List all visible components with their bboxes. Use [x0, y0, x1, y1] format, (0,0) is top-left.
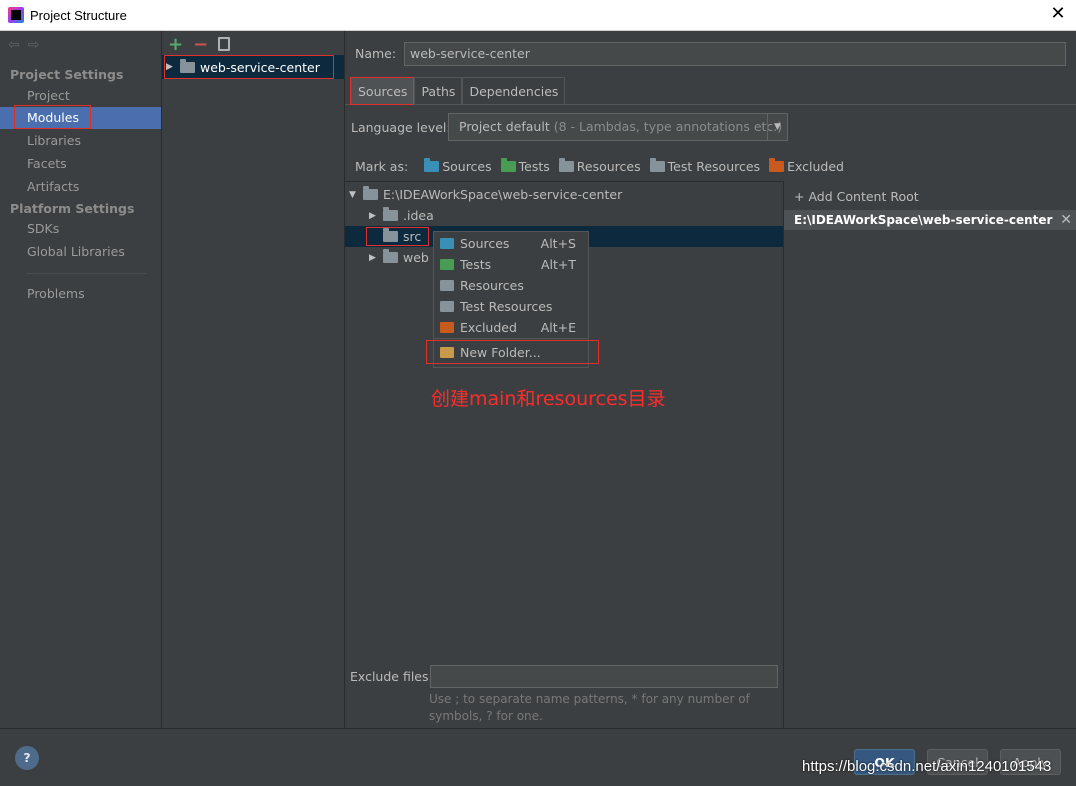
- folder-icon: [383, 249, 398, 263]
- annotation-text: 创建main和resources目录: [431, 388, 666, 410]
- highlight-box-modules: [14, 105, 91, 129]
- tree-label-web: web: [403, 250, 429, 265]
- intellij-app-icon: [8, 7, 24, 23]
- forward-arrow-icon[interactable]: ⇨: [28, 37, 48, 53]
- copy-icon[interactable]: [218, 37, 231, 51]
- mark-test-resources-button[interactable]: Test Resources: [649, 158, 760, 174]
- settings-sidebar: ⇦⇨ Project Settings Project Modules Libr…: [0, 31, 162, 728]
- nav-arrows: ⇦⇨: [8, 37, 47, 53]
- menu-item-excluded[interactable]: Excluded Alt+E: [434, 317, 588, 338]
- resources-folder-icon: [440, 280, 454, 291]
- language-level-select[interactable]: Project default (8 - Lambdas, type annot…: [448, 113, 788, 141]
- plus-icon: +: [794, 189, 805, 204]
- highlight-box-sources-tab: [350, 77, 414, 105]
- highlight-box-module: [164, 55, 334, 79]
- mark-as-label: Mark as:: [355, 159, 409, 174]
- excluded-folder-icon: [440, 322, 454, 333]
- tree-root-label: E:\IDEAWorkSpace\web-service-center: [383, 187, 623, 202]
- remove-root-icon[interactable]: ✕: [1060, 210, 1072, 230]
- sidebar-item-problems[interactable]: Problems: [0, 283, 161, 305]
- excluded-folder-icon: [769, 158, 785, 172]
- highlight-box-src: [366, 227, 429, 246]
- mark-tests-button[interactable]: Tests: [500, 158, 550, 174]
- mark-excluded-button[interactable]: Excluded: [769, 158, 844, 174]
- folder-icon: [363, 186, 378, 200]
- menu-item-resources[interactable]: Resources: [434, 275, 588, 296]
- test-resources-folder-icon: [649, 158, 665, 172]
- expand-triangle-icon[interactable]: ▶: [369, 211, 383, 221]
- section-project-settings: Project Settings: [10, 67, 124, 82]
- back-arrow-icon[interactable]: ⇦: [8, 37, 28, 53]
- sidebar-divider: [27, 273, 147, 274]
- mark-as-bar: Mark as: Sources Tests Resources Test Re…: [355, 158, 853, 174]
- sidebar-item-global-libraries[interactable]: Global Libraries: [0, 241, 161, 263]
- watermark-text: https://blog.csdn.net/axin1240101543: [802, 758, 1052, 775]
- tree-row-idea[interactable]: ▶ .idea: [345, 205, 783, 226]
- tests-folder-icon: [440, 259, 454, 270]
- section-platform-settings: Platform Settings: [10, 201, 135, 216]
- close-icon[interactable]: ✕: [1048, 4, 1068, 24]
- content-root-row[interactable]: E:\IDEAWorkSpace\web-service-center ✕: [784, 210, 1076, 230]
- module-list-panel: + − ▶ web-service-center: [162, 31, 345, 728]
- name-label: Name:: [355, 46, 397, 61]
- tests-folder-icon: [500, 158, 516, 172]
- language-level-value: Project default: [459, 119, 550, 134]
- help-button[interactable]: ?: [15, 746, 39, 770]
- collapse-triangle-icon[interactable]: ▼: [349, 190, 363, 200]
- module-settings-panel: Name: web-service-center Sources Paths D…: [345, 31, 1076, 728]
- expand-triangle-icon[interactable]: ▶: [369, 253, 383, 263]
- dialog-button-bar: ? OK Cancel Apply https://blog.csdn.net/…: [0, 728, 1076, 786]
- sidebar-item-facets[interactable]: Facets: [0, 153, 161, 175]
- window-title: Project Structure: [30, 7, 127, 23]
- menu-item-tests[interactable]: Tests Alt+T: [434, 254, 588, 275]
- mark-sources-button[interactable]: Sources: [424, 158, 492, 174]
- add-content-root-button[interactable]: + Add Content Root: [794, 189, 919, 204]
- sources-folder-icon: [424, 158, 440, 172]
- tree-root-row[interactable]: ▼ E:\IDEAWorkSpace\web-service-center: [345, 184, 783, 205]
- module-toolbar: + −: [168, 34, 231, 55]
- test-resources-folder-icon: [440, 301, 454, 312]
- language-level-detail: (8 - Lambdas, type annotations etc.): [553, 119, 783, 134]
- sidebar-item-project[interactable]: Project: [0, 85, 161, 107]
- menu-item-sources[interactable]: Sources Alt+S: [434, 233, 588, 254]
- mark-resources-button[interactable]: Resources: [558, 158, 641, 174]
- add-icon[interactable]: +: [168, 34, 183, 55]
- sidebar-item-libraries[interactable]: Libraries: [0, 130, 161, 152]
- exclude-files-label: Exclude files:: [350, 669, 433, 684]
- title-bar: Project Structure ✕: [0, 0, 1076, 31]
- language-level-label: Language level:: [351, 120, 451, 135]
- menu-item-test-resources[interactable]: Test Resources: [434, 296, 588, 317]
- tab-paths[interactable]: Paths: [414, 77, 463, 104]
- sidebar-item-artifacts[interactable]: Artifacts: [0, 176, 161, 198]
- sidebar-item-sdks[interactable]: SDKs: [0, 218, 161, 240]
- remove-icon[interactable]: −: [193, 34, 208, 55]
- content-root-panel: + Add Content Root E:\IDEAWorkSpace\web-…: [783, 181, 1076, 728]
- resources-folder-icon: [558, 158, 574, 172]
- content-root-path: E:\IDEAWorkSpace\web-service-center: [794, 213, 1053, 227]
- folder-icon: [383, 207, 398, 221]
- dropdown-arrow-icon[interactable]: ▼: [767, 114, 787, 140]
- tree-label-idea: .idea: [403, 208, 434, 223]
- menu-separator: [434, 338, 588, 339]
- module-name-input[interactable]: web-service-center: [404, 42, 1066, 66]
- exclude-files-input[interactable]: [430, 665, 778, 688]
- tab-divider: [345, 104, 1076, 105]
- highlight-box-new-folder: [426, 340, 599, 364]
- tab-dependencies[interactable]: Dependencies: [462, 77, 566, 104]
- exclude-files-hint: Use ; to separate name patterns, * for a…: [429, 692, 750, 723]
- sources-folder-icon: [440, 238, 454, 249]
